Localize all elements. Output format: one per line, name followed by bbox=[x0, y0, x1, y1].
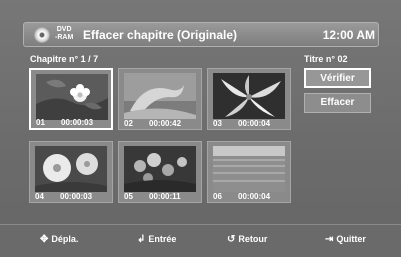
footer-quit-label: Quitter bbox=[336, 234, 366, 244]
chapter-thumbnail-6[interactable]: 06 00:00:04 bbox=[207, 141, 291, 203]
page-title: Effacer chapitre (Originale) bbox=[83, 28, 238, 42]
thumbnail-number: 05 bbox=[124, 192, 133, 201]
clock: 12:00 AM bbox=[322, 28, 375, 42]
footer-move-label: Dépla. bbox=[51, 234, 79, 244]
verify-button[interactable]: Vérifier bbox=[304, 68, 371, 88]
thumbnail-time: 00:00:04 bbox=[238, 192, 271, 201]
chapter-counter: Chapitre n° 1 / 7 bbox=[30, 54, 99, 64]
badge-line2: -RAM bbox=[55, 34, 74, 41]
chapter-thumbnail-4[interactable]: 04 00:00:03 bbox=[29, 141, 113, 203]
thumbnail-number: 01 bbox=[36, 118, 45, 127]
chapter-thumbnail-5[interactable]: 05 00:00:11 bbox=[118, 141, 202, 203]
disc-icon bbox=[34, 27, 50, 43]
enter-icon: ↲ bbox=[137, 234, 146, 245]
footer-quit: ⇥ Quitter bbox=[325, 234, 366, 245]
footer-return-label: Retour bbox=[238, 234, 268, 244]
delete-button[interactable]: Effacer bbox=[304, 93, 371, 113]
chapter-thumbnail-3[interactable]: 03 00:00:04 bbox=[207, 68, 291, 130]
footer-move: ✥ Dépla. bbox=[40, 234, 78, 245]
badge-line1: DVD bbox=[56, 26, 72, 33]
footer-help-bar: ✥ Dépla. ↲ Entrée ↺ Retour ⇥ Quitter bbox=[0, 224, 401, 257]
dvd-ram-badge: DVD -RAM bbox=[55, 26, 73, 42]
thumbnail-time: 00:00:42 bbox=[149, 119, 182, 128]
thumbnail-image-lily-flower bbox=[213, 73, 285, 119]
thumbnail-time: 00:00:03 bbox=[61, 118, 94, 127]
thumbnail-number: 04 bbox=[35, 192, 44, 201]
thumbnail-image-field bbox=[213, 146, 285, 192]
footer-return: ↺ Retour bbox=[227, 234, 267, 245]
footer-enter: ↲ Entrée bbox=[137, 234, 176, 245]
thumbnail-number: 06 bbox=[213, 192, 222, 201]
footer-enter-label: Entrée bbox=[148, 234, 177, 244]
screen: DVD -RAM Effacer chapitre (Originale) 12… bbox=[0, 0, 401, 257]
thumbnail-time: 00:00:04 bbox=[238, 119, 271, 128]
thumbnail-number: 03 bbox=[213, 119, 222, 128]
directional-pad-icon: ✥ bbox=[40, 234, 49, 245]
thumbnail-image-flower-on-rock bbox=[36, 74, 108, 120]
chapter-thumbnail-2[interactable]: 02 00:00:42 bbox=[118, 68, 202, 130]
exit-icon: ⇥ bbox=[325, 234, 334, 245]
thumbnail-image-dolphin bbox=[124, 73, 196, 119]
thumbnail-image-pink-flowers bbox=[124, 146, 196, 192]
thumbnail-time: 00:00:11 bbox=[149, 192, 181, 201]
title-bar: DVD -RAM Effacer chapitre (Originale) 12… bbox=[23, 22, 379, 47]
chapter-thumbnail-1[interactable]: 01 00:00:03 bbox=[29, 68, 113, 130]
thumbnail-time: 00:00:03 bbox=[60, 192, 93, 201]
thumbnail-image-white-flowers bbox=[35, 146, 107, 192]
title-number: Titre n° 02 bbox=[304, 54, 348, 64]
return-icon: ↺ bbox=[227, 234, 236, 245]
thumbnail-number: 02 bbox=[124, 119, 133, 128]
